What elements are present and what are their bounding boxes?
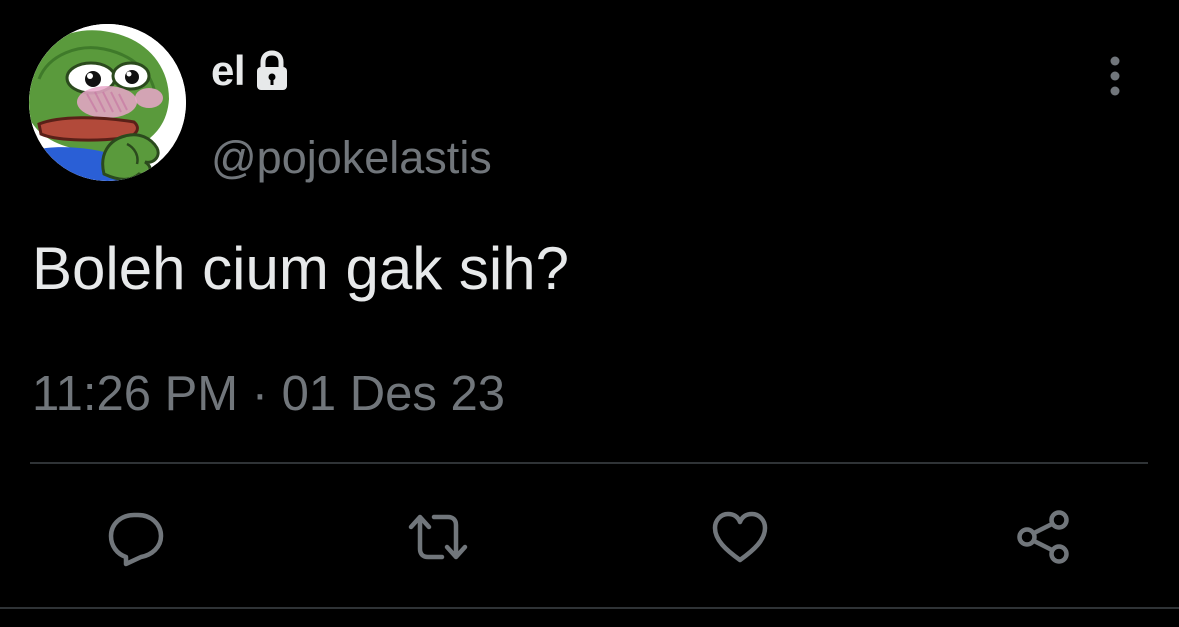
user-handle[interactable]: @pojokelastis (211, 130, 492, 186)
retweet-button[interactable] (408, 507, 468, 567)
reply-icon (108, 512, 164, 567)
more-vertical-icon (1110, 56, 1120, 96)
avatar[interactable] (29, 24, 186, 181)
more-options-button[interactable] (1096, 54, 1134, 98)
retweet-icon (408, 514, 468, 560)
reply-button[interactable] (106, 507, 166, 567)
bottom-divider (0, 607, 1179, 609)
share-icon (1017, 510, 1069, 564)
tweet-card: el @pojokelastis Boleh cium gak sih? 11:… (0, 0, 1179, 627)
share-button[interactable] (1013, 507, 1073, 567)
lock-icon (253, 50, 291, 92)
like-button[interactable] (710, 507, 770, 567)
tweet-timestamp[interactable]: 11:26 PM · 01 Des 23 (32, 364, 505, 424)
display-name[interactable]: el (211, 46, 246, 96)
tweet-text: Boleh cium gak sih? (32, 235, 569, 302)
divider (30, 462, 1148, 464)
display-name-row[interactable]: el (211, 46, 291, 96)
pepe-frog-avatar-image (29, 24, 186, 181)
heart-icon (712, 511, 768, 563)
